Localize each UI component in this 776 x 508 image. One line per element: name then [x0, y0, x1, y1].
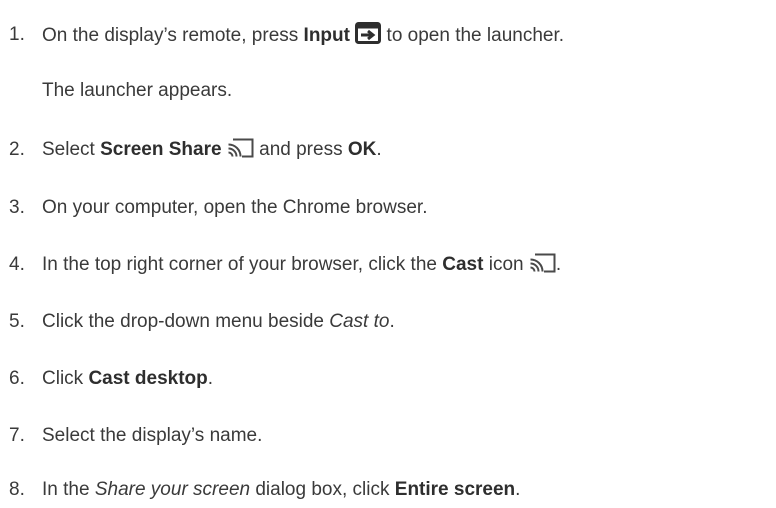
step-text: In the Share your screen dialog box, cli… [42, 477, 520, 503]
step-bold-term: Cast [442, 254, 484, 275]
step-text-segment: dialog box, click [250, 479, 395, 500]
step-1-result: The launcher appears. [42, 80, 233, 101]
step-text-segment: On the display’s remote, press [42, 25, 304, 46]
step-text-segment: . [555, 254, 562, 275]
step-text-segment: . [515, 479, 521, 500]
input-icon [355, 22, 382, 52]
step-text-segment: to open the launcher. [381, 25, 565, 46]
step-italic-term: Share your screen [94, 479, 251, 500]
step-text-segment: Click [42, 368, 89, 389]
cast-icon [227, 138, 254, 166]
step-number: 4. [9, 254, 25, 275]
step-bold-term: Cast desktop [88, 368, 208, 389]
cast-icon [529, 253, 556, 281]
step-text-segment: icon [483, 254, 529, 275]
step-bold-term: OK [347, 139, 377, 160]
step-text-segment: and press [253, 139, 348, 160]
step-number: 1. [9, 24, 25, 45]
step-text: Select the display’s name. [42, 425, 263, 446]
step-text: Click the drop-down menu beside Cast to. [42, 309, 395, 335]
step-text-segment: In the [42, 479, 95, 500]
step-text: In the top right corner of your browser,… [42, 252, 561, 281]
step-text-segment: In the top right corner of your browser,… [42, 254, 443, 275]
step-text: Click Cast desktop. [42, 366, 213, 392]
step-number: 2. [9, 139, 25, 160]
step-text: On your computer, open the Chrome browse… [42, 197, 428, 218]
step-number: 3. [9, 197, 25, 218]
step-text-segment: Click the drop-down menu beside [42, 311, 330, 332]
step-text-segment: . [207, 368, 214, 389]
step-bold-term: Screen Share [100, 139, 222, 160]
step-number: 8. [9, 479, 25, 500]
step-text: Select Screen Share and press OK. [42, 137, 382, 166]
step-bold-term: Entire screen [394, 479, 516, 500]
step-text: On the display’s remote, press Input to … [42, 22, 564, 52]
step-text-segment: Select [42, 139, 101, 160]
step-number: 5. [9, 311, 25, 332]
step-number: 7. [9, 425, 25, 446]
step-bold-term: Input [303, 25, 350, 46]
step-number: 6. [9, 368, 25, 389]
step-text-segment: . [389, 311, 395, 332]
step-italic-term: Cast to [329, 311, 390, 332]
step-text-segment: . [376, 139, 382, 160]
